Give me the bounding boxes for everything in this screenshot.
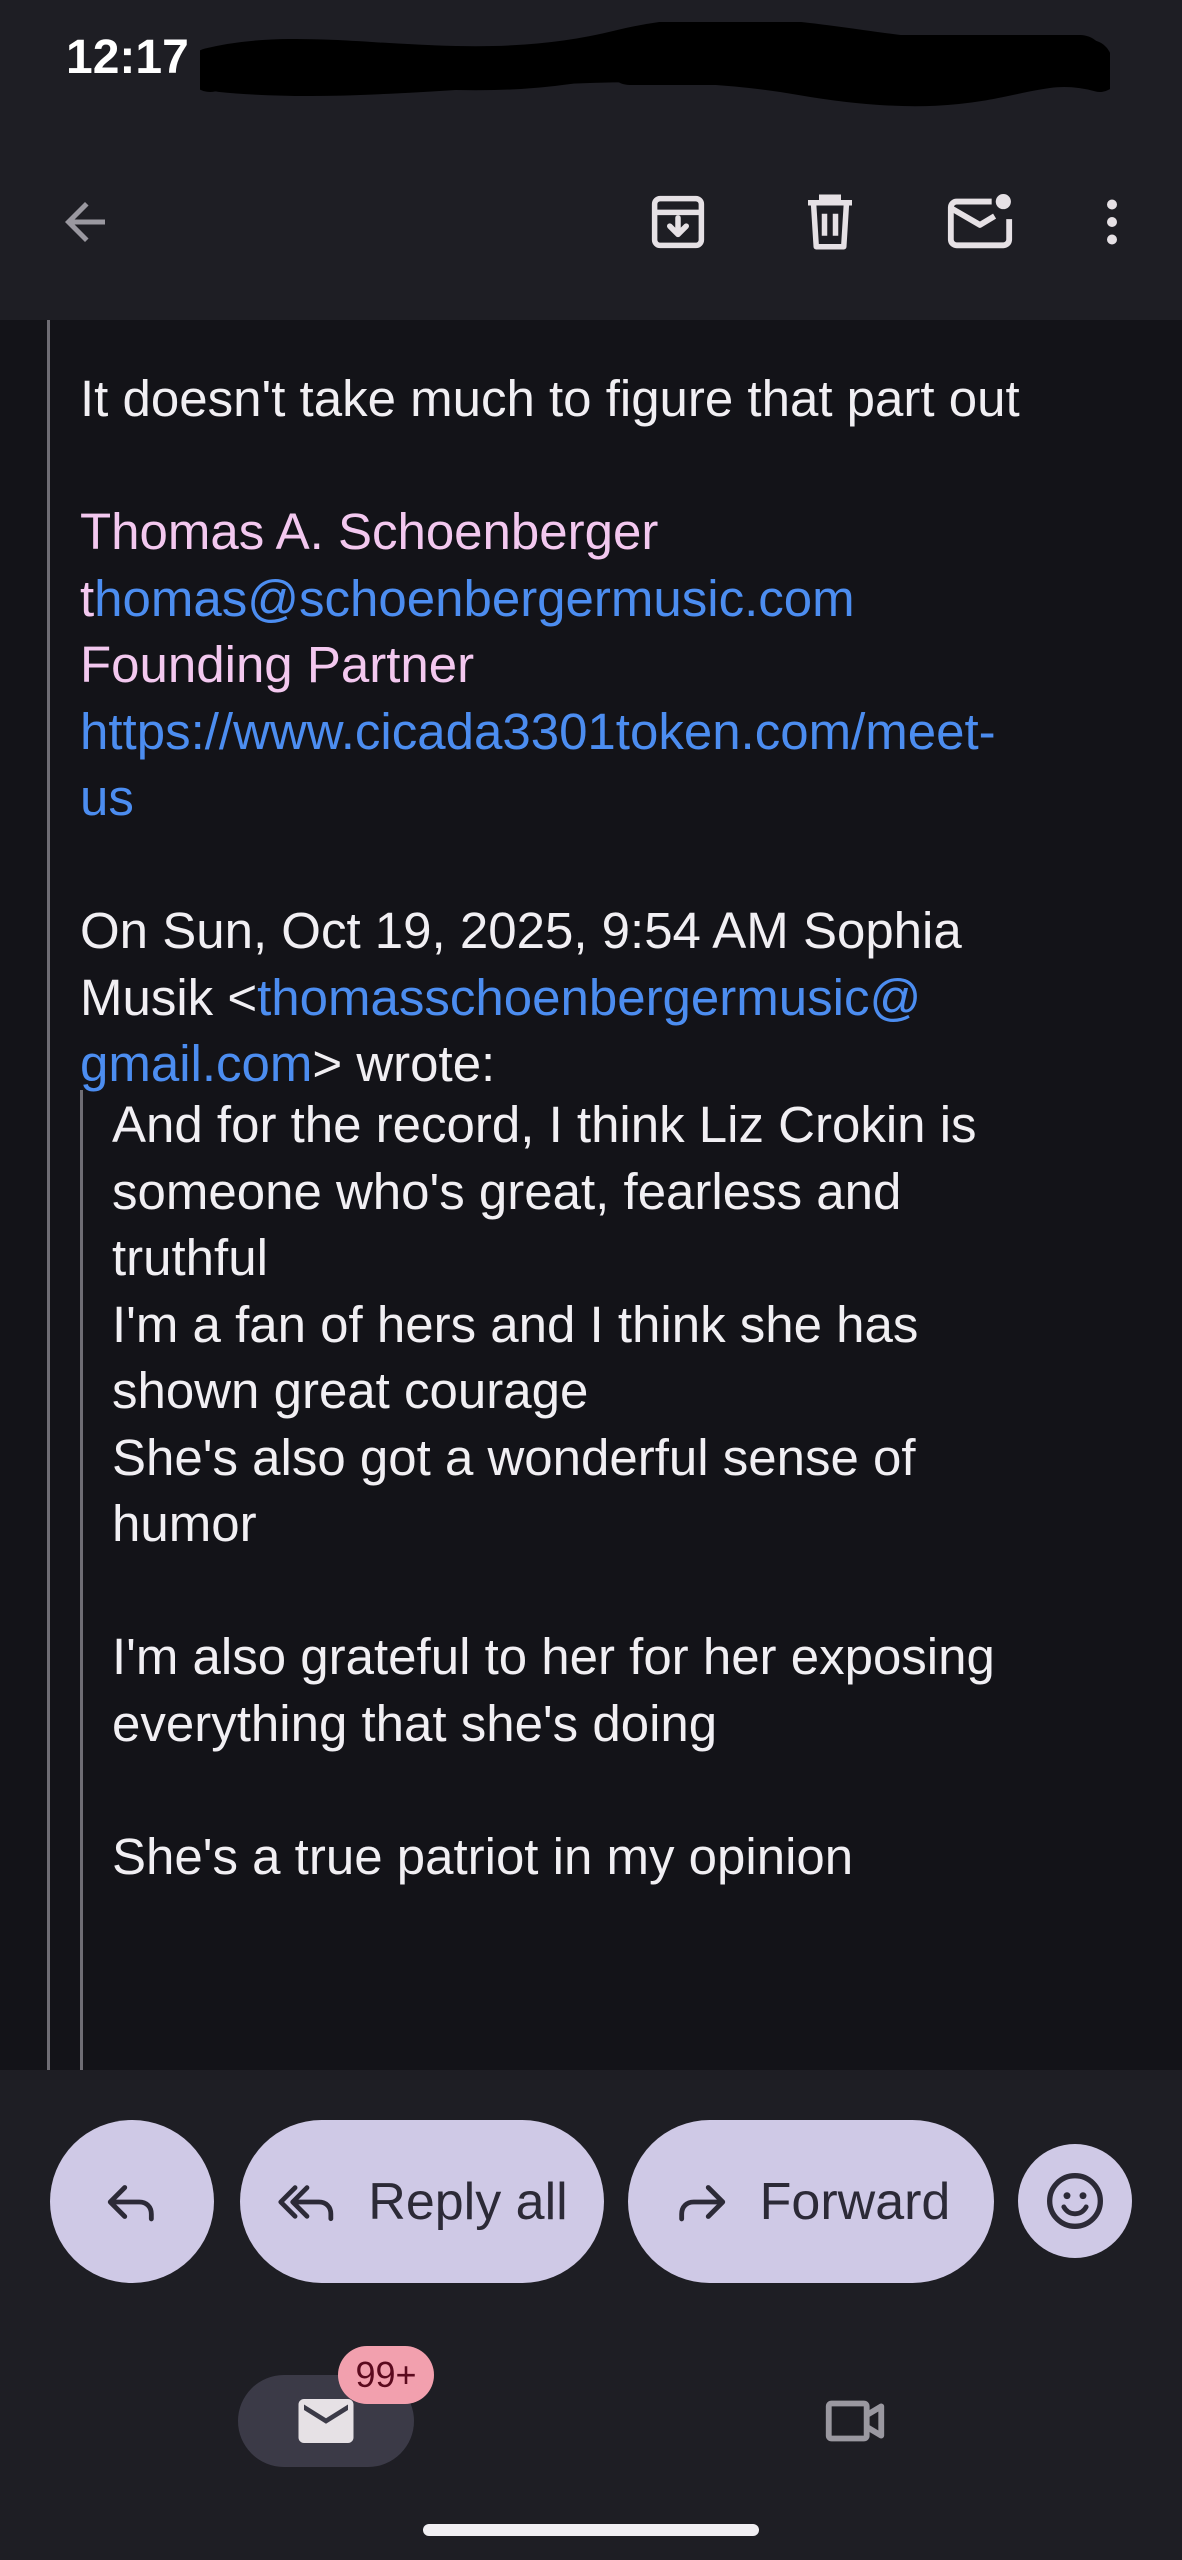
back-button[interactable]: [40, 177, 130, 267]
emoji-smile-icon: [1047, 2173, 1103, 2229]
more-options-button[interactable]: [1067, 177, 1157, 267]
signature-name: Thomas A. Schoenberger: [80, 503, 659, 560]
home-indicator[interactable]: [423, 2524, 759, 2536]
quote-header-line: On Sun, Oct 19, 2025, 9:54 AM Sophia: [80, 902, 962, 959]
quoted-blank-line: [112, 1558, 1152, 1625]
reply-action-bar: Reply all Forward: [0, 2070, 1182, 2332]
archive-button[interactable]: [633, 177, 723, 267]
arrow-back-icon: [65, 202, 105, 242]
mark-unread-icon: [947, 194, 1013, 249]
reply-button[interactable]: [50, 2120, 214, 2283]
quoted-line: shown great courage: [112, 1362, 589, 1419]
quoted-line: truthful: [112, 1229, 268, 1286]
quoted-line: someone who's great, fearless and: [112, 1162, 902, 1220]
quoted-line: And for the record, I think Liz Crokin i…: [112, 1096, 977, 1153]
reply-all-button[interactable]: Reply all: [240, 2120, 604, 2283]
signature-url-continued[interactable]: us: [80, 765, 1160, 832]
reply-all-label: Reply all: [368, 2172, 568, 2231]
quote-divider: [47, 320, 50, 2070]
more-vert-icon: [1107, 199, 1117, 245]
status-time: 12:17: [66, 31, 189, 84]
quoted-line: She's a true patriot in my opinion: [112, 1827, 854, 1885]
message-intro: It doesn't take much to figure that part…: [80, 370, 1020, 427]
quoted-line: I'm a fan of hers and I think she has: [112, 1295, 919, 1353]
message-body: It doesn't take much to figure that part…: [0, 320, 1182, 2070]
unread-count-badge: 99+: [338, 2346, 434, 2404]
app-bar: [0, 125, 1182, 320]
sender-email-link[interactable]: thomasschoenbergermusic@: [257, 969, 921, 1026]
reply-icon: [107, 2184, 154, 2221]
quoted-line: everything that she's doing: [112, 1694, 718, 1752]
emoji-reaction-button[interactable]: [1018, 2144, 1132, 2258]
trash-icon: [808, 194, 852, 250]
quoted-blank-line: [112, 1757, 1152, 1824]
signature-email-prefix: t: [80, 569, 95, 627]
forward-label: Forward: [759, 2172, 951, 2231]
forward-button[interactable]: Forward: [628, 2120, 994, 2283]
quote-header-line: Musik <thomasschoenbergermusic@: [80, 965, 1160, 1032]
quoted-line: She's also got a wonderful sense of: [112, 1428, 916, 1486]
status-bar: 12:17: [0, 0, 1182, 125]
signature-email[interactable]: thomas@schoenbergermusic.com: [80, 566, 1160, 633]
reply-all-icon: [278, 2184, 334, 2221]
signature-role: Founding Partner: [80, 636, 475, 693]
quote-header: On Sun, Oct 19, 2025, 9:54 AM Sophia Mus…: [80, 898, 1160, 1098]
quote-header-text: > wrote:: [312, 1035, 496, 1092]
delete-button[interactable]: [785, 177, 875, 267]
bottom-navigation: 99+: [0, 2332, 1182, 2560]
signature-block: Thomas A. Schoenberger thomas@schoenberg…: [80, 499, 1160, 832]
archive-icon: [651, 195, 705, 249]
signature-email-link[interactable]: homas@schoenbergermusic.com: [94, 570, 854, 627]
mark-unread-button[interactable]: [935, 177, 1025, 267]
quoted-line: humor: [112, 1495, 257, 1552]
nav-meet-tab[interactable]: [810, 2376, 900, 2466]
quoted-message: And for the record, I think Liz Crokin i…: [112, 1092, 1152, 1890]
quoted-line: I'm also grateful to her for her exposin…: [112, 1628, 995, 1685]
redaction-scribble: [200, 22, 1110, 107]
inner-quote-divider: [80, 1090, 83, 2070]
sender-email-link-continued[interactable]: gmail.com: [80, 1035, 312, 1092]
quote-header-text: Musik <: [80, 968, 258, 1026]
quote-header-line: gmail.com> wrote:: [80, 1031, 1160, 1098]
video-camera-icon: [825, 2400, 885, 2442]
forward-icon: [678, 2184, 725, 2221]
signature-url[interactable]: https://www.cicada3301token.com/meet-: [80, 699, 1160, 766]
